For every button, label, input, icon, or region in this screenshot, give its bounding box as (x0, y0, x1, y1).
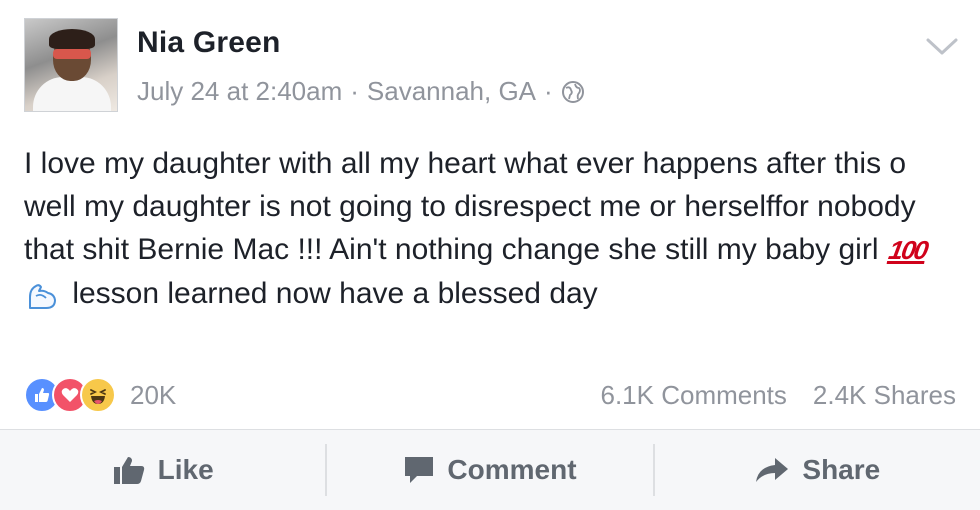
post-text-part: lesson learned now have a blessed day (64, 277, 598, 310)
like-label: Like (157, 454, 214, 485)
shares-count-link[interactable]: 2.4K Shares (813, 380, 956, 411)
thumbs-up-icon (112, 455, 146, 485)
author-name[interactable]: Nia Green (137, 26, 281, 60)
reactions-summary[interactable]: 20K (24, 377, 177, 413)
meta-separator: · (350, 76, 359, 106)
chevron-down-icon[interactable] (924, 36, 960, 58)
share-arrow-icon (754, 456, 790, 484)
comment-label: Comment (447, 454, 577, 485)
post-location[interactable]: Savannah, GA (367, 76, 536, 107)
comment-button[interactable]: Comment (327, 430, 652, 510)
action-bar: Like Comment Share (0, 429, 980, 510)
flexed-biceps-icon (24, 280, 60, 310)
post-text: I love my daughter with all my heart wha… (24, 142, 964, 315)
hundred-points-icon: 100 (886, 235, 929, 265)
reaction-count: 20K (130, 379, 177, 410)
post-text-part: I love my daughter with all my heart wha… (24, 147, 916, 266)
haha-reaction-icon (80, 377, 116, 413)
comment-bubble-icon (403, 455, 435, 485)
comments-count-link[interactable]: 6.1K Comments (601, 380, 787, 411)
share-label: Share (802, 454, 881, 485)
like-button[interactable]: Like (0, 430, 325, 510)
post-meta: July 24 at 2:40am · Savannah, GA · (137, 76, 585, 107)
engagement-counts: 6.1K Comments 2.4K Shares (601, 380, 957, 411)
post-date[interactable]: July 24 at 2:40am (137, 76, 342, 107)
meta-separator: · (544, 76, 553, 106)
share-button[interactable]: Share (655, 430, 980, 510)
avatar[interactable] (24, 18, 118, 112)
globe-icon (561, 80, 585, 104)
